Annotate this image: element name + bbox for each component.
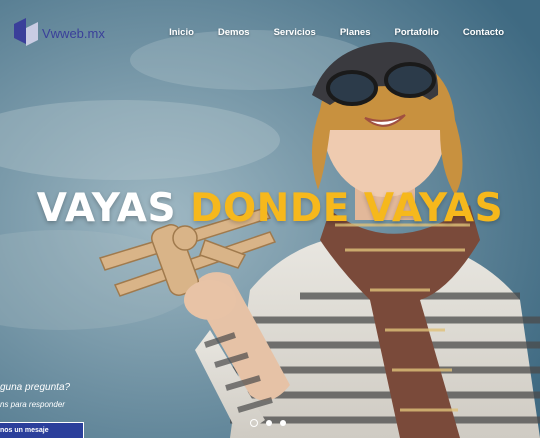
nav-item-demos[interactable]: Demos bbox=[206, 27, 262, 38]
headline-white-part: VAYAS bbox=[36, 186, 177, 231]
top-navbar: Vwweb.mx Inicio Demos Servicios Planes P… bbox=[0, 0, 540, 66]
hero-headline: VAYAS DONDE VAYAS bbox=[0, 186, 540, 231]
headline-yellow-part: DONDE VAYAS bbox=[190, 186, 504, 231]
logo-mark-icon bbox=[14, 18, 38, 46]
main-navigation: Inicio Demos Servicios Planes Portafolio… bbox=[157, 27, 516, 38]
chat-question-text: guna pregunta? bbox=[0, 382, 71, 393]
chat-subtext: ns para responder bbox=[0, 400, 65, 409]
logo-text: Vwweb.mx bbox=[42, 25, 105, 41]
slider-pagination bbox=[250, 419, 286, 427]
slider-dot-1[interactable] bbox=[250, 419, 258, 427]
slider-dot-2[interactable] bbox=[266, 420, 272, 426]
nav-item-contacto[interactable]: Contacto bbox=[451, 27, 516, 38]
nav-item-inicio[interactable]: Inicio bbox=[157, 27, 206, 38]
brand-logo[interactable]: Vwweb.mx bbox=[12, 18, 105, 48]
slider-dot-3[interactable] bbox=[280, 420, 286, 426]
chat-message-button[interactable]: nos un mesaje bbox=[0, 422, 84, 438]
nav-item-planes[interactable]: Planes bbox=[328, 27, 383, 38]
nav-item-servicios[interactable]: Servicios bbox=[262, 27, 328, 38]
nav-item-portafolio[interactable]: Portafolio bbox=[382, 27, 450, 38]
hero-section: Vwweb.mx Inicio Demos Servicios Planes P… bbox=[0, 0, 540, 438]
